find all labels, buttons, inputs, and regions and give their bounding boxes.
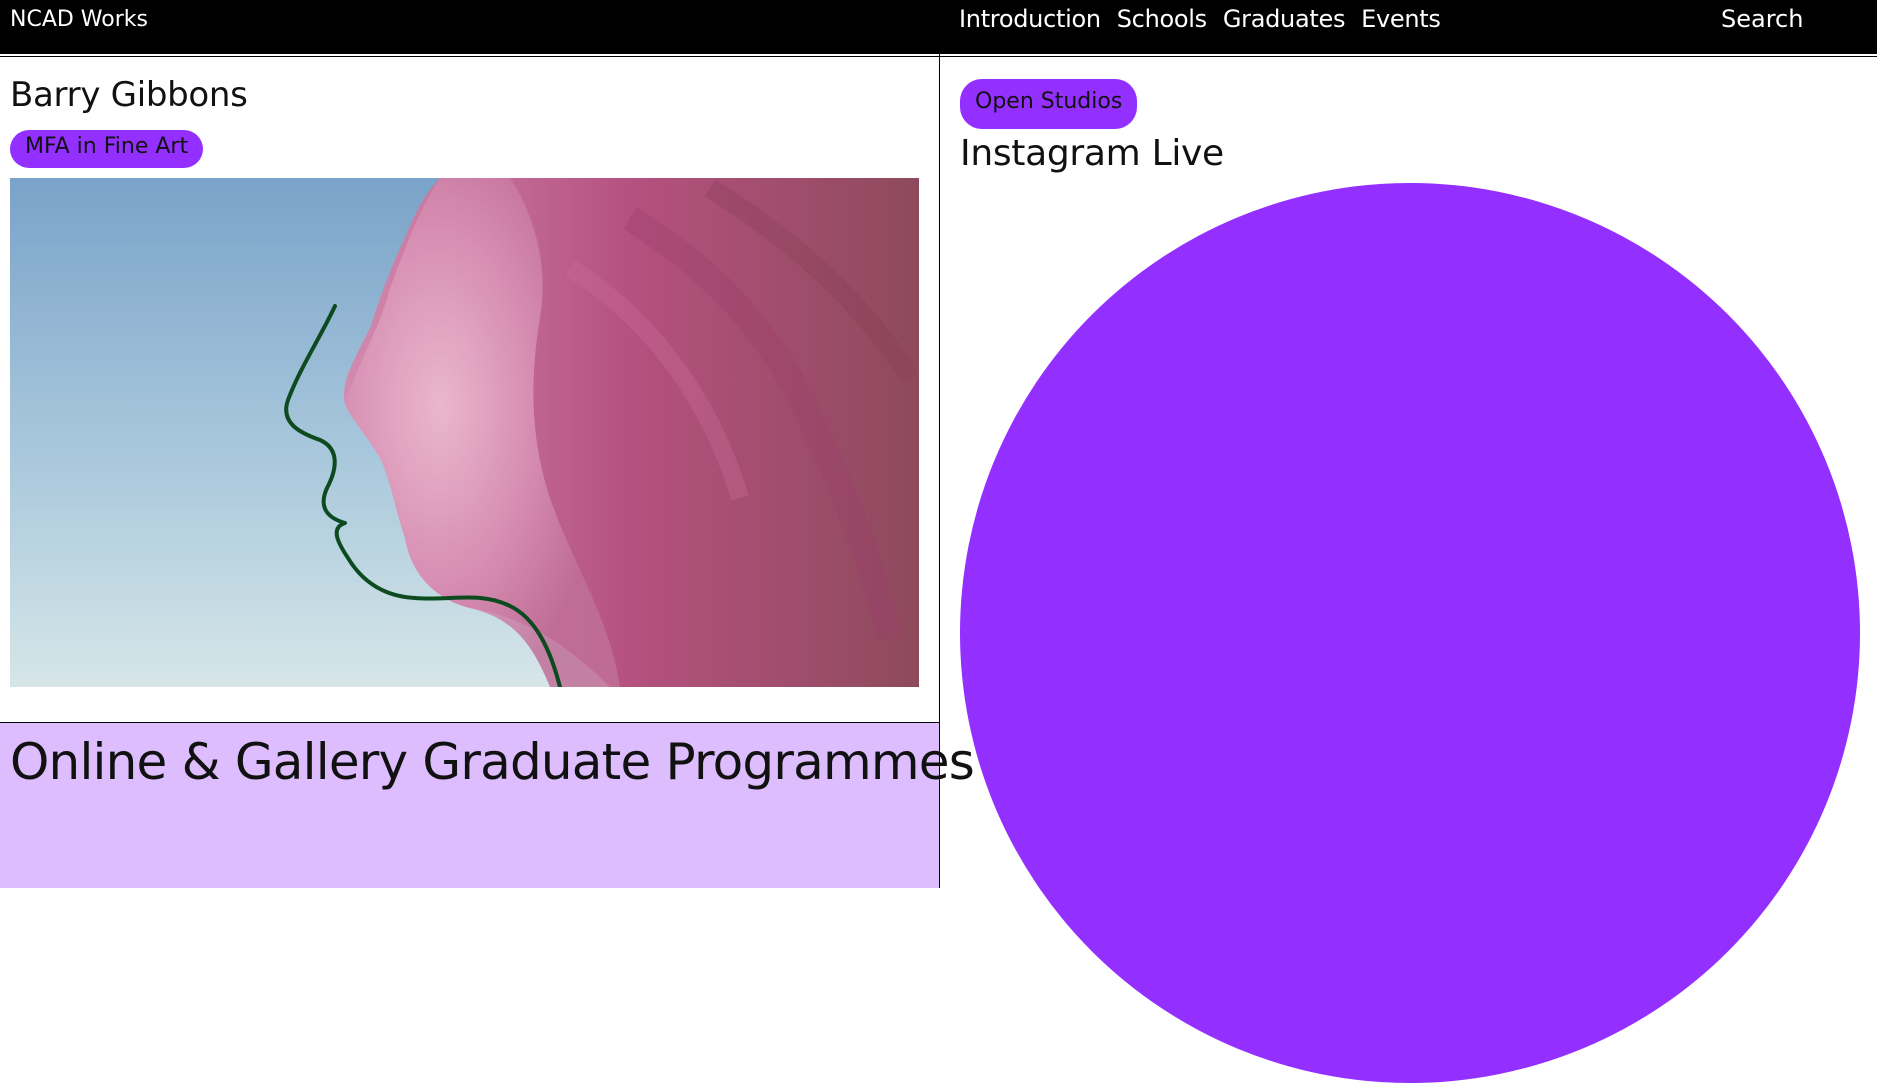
artist-name[interactable]: Barry Gibbons: [10, 74, 248, 116]
nav-item-schools[interactable]: Schools: [1117, 4, 1207, 34]
event-tag[interactable]: Open Studios: [960, 79, 1138, 129]
top-navigation-bar: NCAD Works Introduction Schools Graduate…: [0, 0, 1877, 54]
artwork-illustration: [10, 178, 919, 687]
nav-item-events[interactable]: Events: [1361, 4, 1441, 34]
site-logo[interactable]: NCAD Works: [10, 7, 148, 33]
nav-item-graduates[interactable]: Graduates: [1223, 4, 1346, 34]
search-link[interactable]: Search: [1721, 4, 1803, 34]
event-title[interactable]: Instagram Live: [960, 132, 1224, 176]
programmes-panel[interactable]: Online & Gallery Graduate Programmes: [0, 723, 975, 888]
main-nav: Introduction Schools Graduates Events: [959, 4, 1457, 34]
programmes-heading[interactable]: Online & Gallery Graduate Programmes: [10, 731, 975, 793]
featured-artwork-image[interactable]: [10, 178, 919, 687]
nav-item-introduction[interactable]: Introduction: [959, 4, 1101, 34]
programme-tag[interactable]: MFA in Fine Art: [10, 130, 204, 168]
event-graphic-circle[interactable]: [960, 183, 1860, 1083]
